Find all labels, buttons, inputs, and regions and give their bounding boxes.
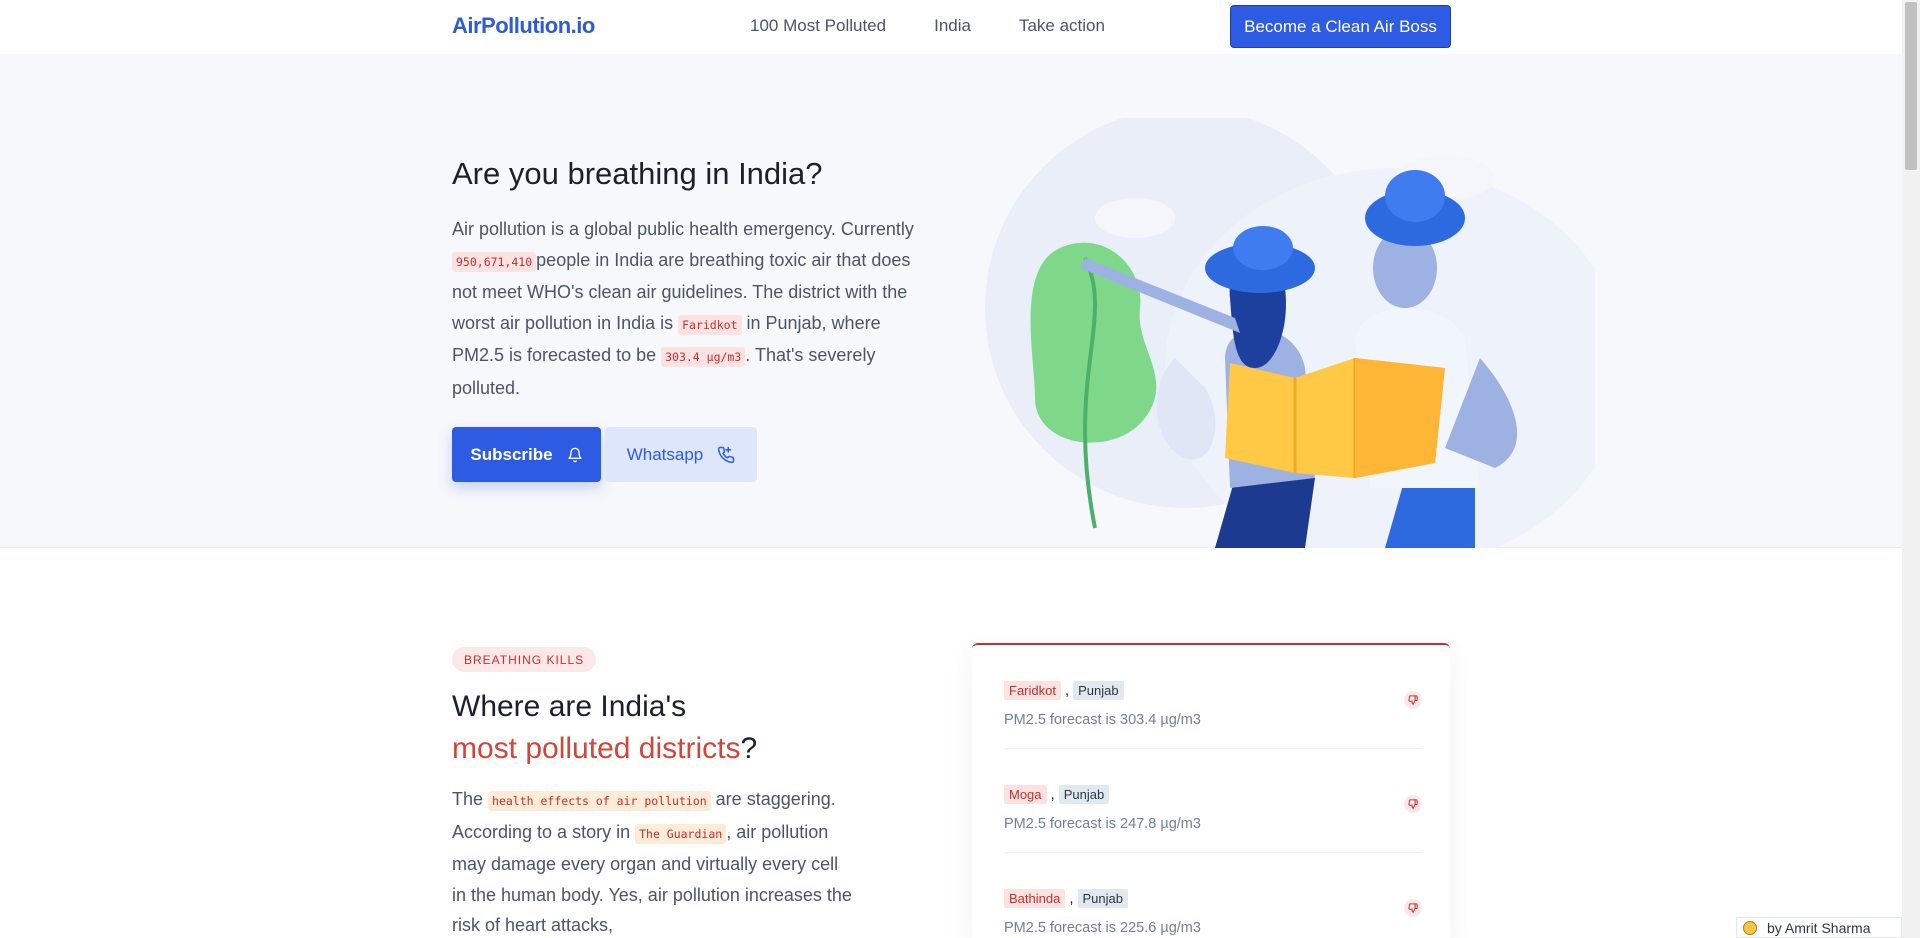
subscribe-button[interactable]: Subscribe (452, 427, 601, 482)
district-name[interactable]: Faridkot (1004, 681, 1061, 700)
pm25-forecast: PM2.5 forecast is 225.6 µg/m3 (1004, 920, 1201, 936)
section-title-highlight: most polluted districts (452, 732, 741, 765)
phone-call-icon (718, 446, 735, 463)
page-scrollbar[interactable] (1902, 0, 1920, 938)
worst-district-tag: Faridkot (678, 314, 742, 335)
thumbs-down-icon[interactable] (1404, 691, 1422, 709)
hero-section: Are you breathing in India? Air pollutio… (0, 54, 1902, 548)
smiley-icon (1743, 920, 1757, 935)
nav-most-polluted[interactable]: 100 Most Polluted (750, 16, 886, 36)
hero-title: Are you breathing in India? (452, 156, 823, 191)
whatsapp-label: Whatsapp (626, 444, 704, 464)
state-name[interactable]: Punjab (1073, 681, 1124, 700)
hero-text-part: Air pollution is a global public health … (452, 219, 914, 239)
section-title: Where are India's most polluted districts… (452, 686, 757, 770)
state-name[interactable]: Punjab (1058, 785, 1110, 804)
clean-air-boss-button[interactable]: Become a Clean Air Boss (1230, 5, 1451, 48)
nav-india[interactable]: India (934, 16, 971, 36)
district-name[interactable]: Moga (1004, 785, 1047, 804)
bell-icon (567, 447, 582, 462)
state-name[interactable]: Punjab (1077, 889, 1128, 908)
site-logo[interactable]: AirPollution.io (452, 13, 595, 39)
whatsapp-button[interactable]: Whatsapp (605, 427, 757, 482)
comma: , (1064, 682, 1070, 699)
section-description: The health effects of air pollution are … (452, 784, 852, 938)
polluted-districts-card: Faridkot , Punjab PM2.5 forecast is 303.… (972, 643, 1450, 938)
comma: , (1050, 786, 1055, 803)
list-item[interactable]: Faridkot , Punjab PM2.5 forecast is 303.… (1004, 645, 1422, 749)
health-effects-link[interactable]: health effects of air pollution (488, 791, 711, 811)
district-location: Moga , Punjab (1004, 785, 1110, 804)
section-text-part: The (452, 789, 489, 809)
hero-illustration (985, 118, 1595, 548)
nav-take-action[interactable]: Take action (1019, 16, 1105, 36)
thumbs-down-icon[interactable] (1404, 795, 1422, 813)
section-title-line: Where are India's (452, 690, 687, 723)
pm25-forecast: PM2.5 forecast is 247.8 µg/m3 (1004, 816, 1201, 832)
subscribe-label: Subscribe (470, 444, 553, 464)
guardian-link[interactable]: The Guardian (635, 823, 727, 844)
pm25-forecast: PM2.5 forecast is 303.4 µg/m3 (1004, 712, 1201, 728)
comma: , (1069, 890, 1074, 907)
author-badge[interactable]: by Amrit Sharma (1736, 917, 1902, 938)
author-name: by Amrit Sharma (1767, 919, 1871, 936)
district-location: Faridkot , Punjab (1004, 681, 1124, 700)
district-name[interactable]: Bathinda (1004, 889, 1066, 908)
list-item[interactable]: Bathinda , Punjab PM2.5 forecast is 225.… (1004, 853, 1422, 938)
hero-description: Air pollution is a global public health … (452, 214, 930, 403)
site-header: AirPollution.io 100 Most Polluted India … (0, 0, 1902, 54)
population-count: 950,671,410 (452, 251, 537, 272)
thumbs-down-icon[interactable] (1404, 899, 1422, 917)
scrollbar-thumb[interactable] (1905, 2, 1917, 170)
pm-value-tag: 303.4 µg/m3 (661, 347, 746, 367)
district-location: Bathinda , Punjab (1004, 889, 1128, 908)
main-nav: 100 Most Polluted India Take action (750, 16, 1105, 36)
breathing-kills-badge: BREATHING KILLS (452, 647, 597, 672)
list-item[interactable]: Moga , Punjab PM2.5 forecast is 247.8 µg… (1004, 749, 1422, 853)
section-title-end: ? (740, 732, 758, 765)
